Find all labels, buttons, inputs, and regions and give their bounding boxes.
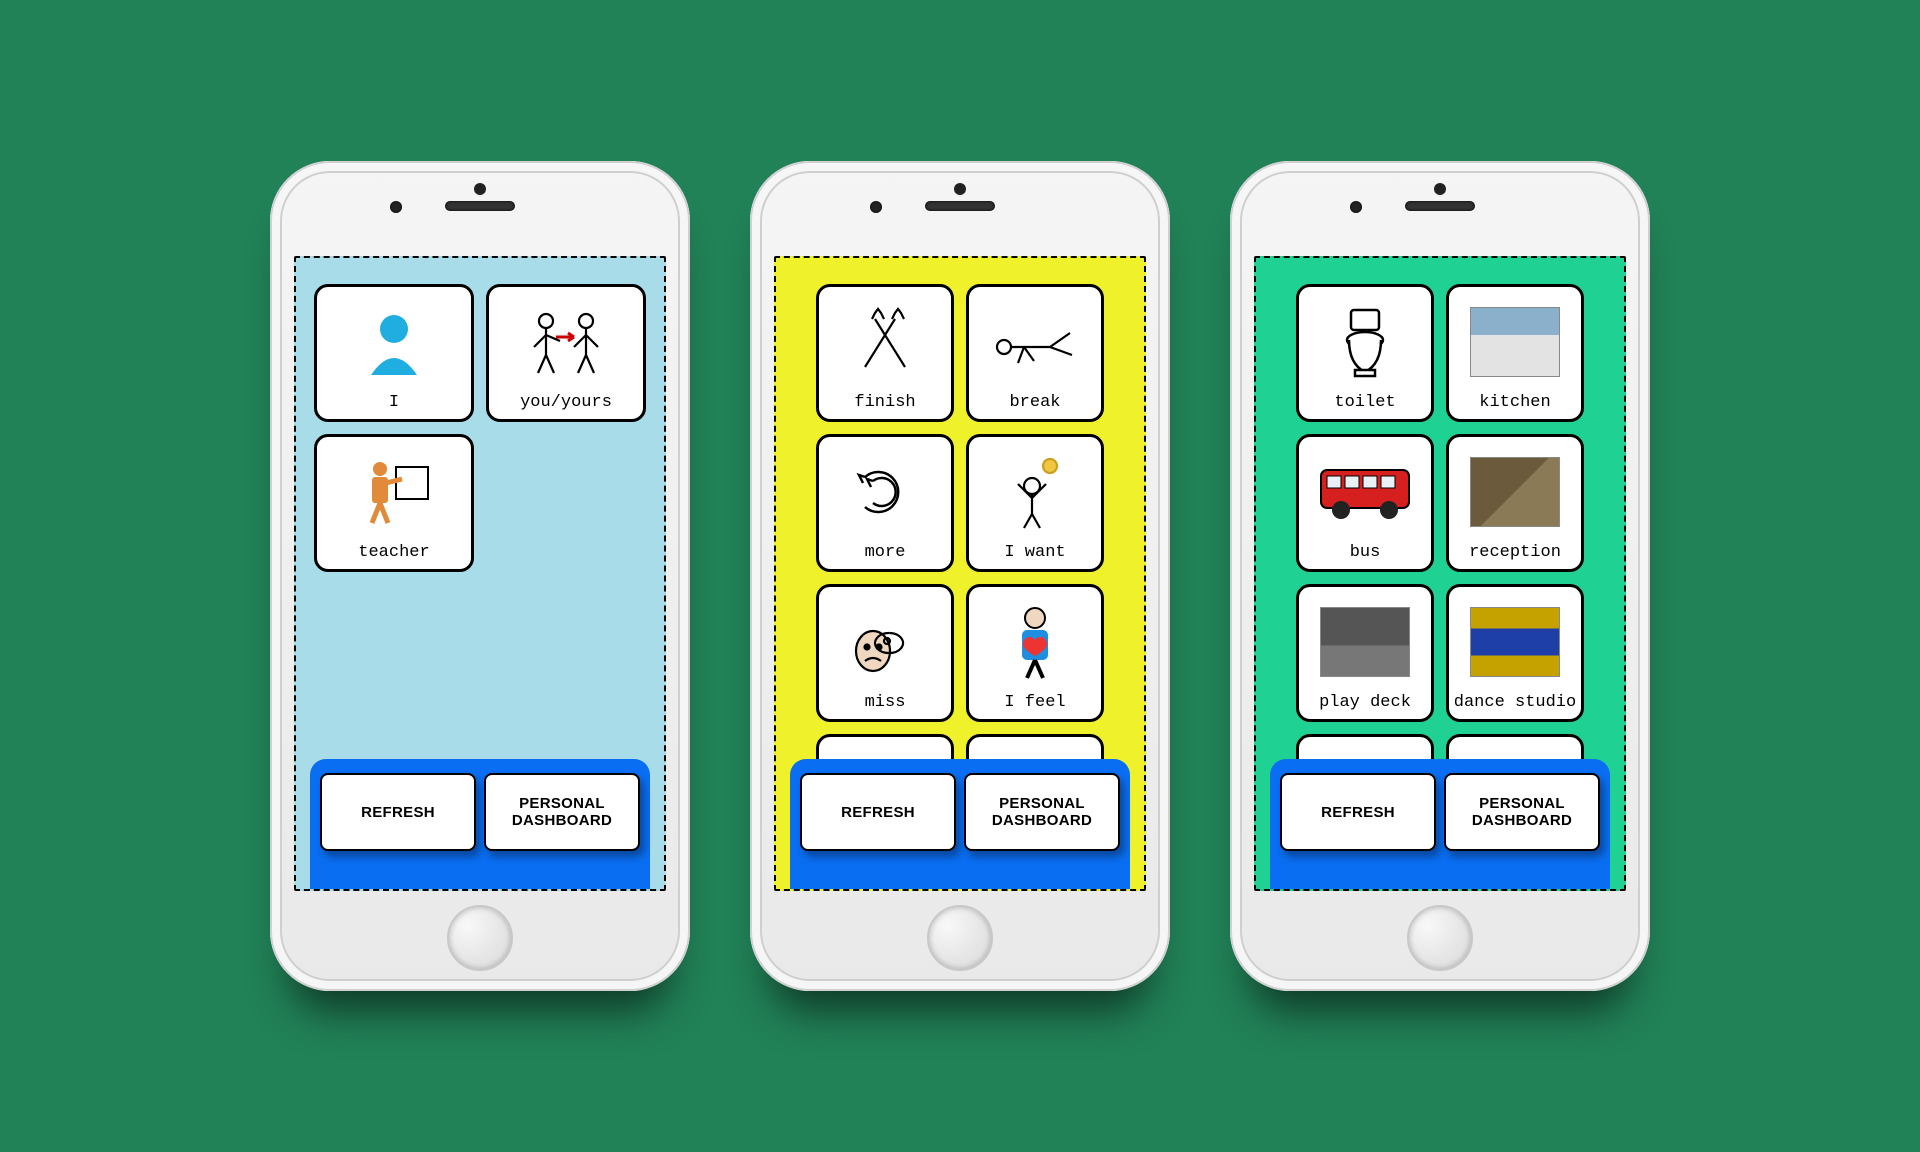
card-label: toilet (1334, 394, 1395, 411)
refresh-button[interactable]: REFRESH (320, 773, 476, 851)
sad-thought-icon (823, 593, 947, 690)
proximity-sensor (954, 183, 966, 195)
phone-mockup-3: toilet kitchen bus (1230, 161, 1650, 991)
card-label: kitchen (1479, 394, 1550, 411)
card-you-yours[interactable]: you/yours (486, 284, 646, 422)
card-label: bus (1350, 544, 1381, 561)
home-button[interactable] (1407, 905, 1473, 971)
front-camera (870, 201, 882, 213)
card-more[interactable]: more (816, 434, 954, 572)
card-dance-studio[interactable]: dance studio (1446, 584, 1584, 722)
front-camera (1350, 201, 1362, 213)
phone-mockup-1: I you/yours (270, 161, 690, 991)
toilet-icon (1303, 293, 1427, 390)
photo-icon (1453, 293, 1577, 390)
card-label: play deck (1319, 694, 1411, 711)
card-i-want[interactable]: I want (966, 434, 1104, 572)
card-label: finish (854, 394, 915, 411)
front-camera (390, 201, 402, 213)
lying-icon (973, 293, 1097, 390)
phone-speaker (1405, 201, 1475, 211)
card-label: teacher (358, 544, 429, 561)
card-break[interactable]: break (966, 284, 1104, 422)
bus-icon (1303, 443, 1427, 540)
card-label: you/yours (520, 394, 612, 411)
card-bus[interactable]: bus (1296, 434, 1434, 572)
refresh-button[interactable]: REFRESH (800, 773, 956, 851)
home-button[interactable] (447, 905, 513, 971)
card-miss[interactable]: miss (816, 584, 954, 722)
bottom-dock: REFRESH PERSONAL DASHBOARD (790, 759, 1130, 889)
card-label: I feel (1004, 694, 1065, 711)
card-label: break (1009, 394, 1060, 411)
phone-mockup-2: finish break (750, 161, 1170, 991)
card-finish[interactable]: finish (816, 284, 954, 422)
app-screen: I you/yours (294, 256, 666, 891)
card-label: miss (865, 694, 906, 711)
crossed-hands-icon (823, 293, 947, 390)
photo-icon (1453, 593, 1577, 690)
personal-dashboard-button[interactable]: PERSONAL DASHBOARD (484, 773, 640, 851)
card-label: I want (1004, 544, 1065, 561)
card-label: dance studio (1454, 694, 1576, 711)
phone-speaker (925, 201, 995, 211)
card-grid: I you/yours (296, 258, 664, 572)
card-label: more (865, 544, 906, 561)
bottom-dock: REFRESH PERSONAL DASHBOARD (310, 759, 650, 889)
card-play-deck[interactable]: play deck (1296, 584, 1434, 722)
card-reception[interactable]: reception (1446, 434, 1584, 572)
card-label: I (389, 394, 399, 411)
proximity-sensor (1434, 183, 1446, 195)
photo-icon (1453, 443, 1577, 540)
card-toilet[interactable]: toilet (1296, 284, 1434, 422)
card-label: reception (1469, 544, 1561, 561)
refresh-button[interactable]: REFRESH (1280, 773, 1436, 851)
personal-dashboard-button[interactable]: PERSONAL DASHBOARD (1444, 773, 1600, 851)
idea-icon (973, 443, 1097, 540)
card-kitchen[interactable]: kitchen (1446, 284, 1584, 422)
photo-icon (1303, 593, 1427, 690)
heart-person-icon (973, 593, 1097, 690)
person-icon (321, 293, 467, 390)
swirl-icon (823, 443, 947, 540)
app-screen: toilet kitchen bus (1254, 256, 1626, 891)
card-teacher[interactable]: teacher (314, 434, 474, 572)
card-i-feel[interactable]: I feel (966, 584, 1104, 722)
card-i[interactable]: I (314, 284, 474, 422)
phone-speaker (445, 201, 515, 211)
proximity-sensor (474, 183, 486, 195)
teacher-icon (321, 443, 467, 540)
personal-dashboard-button[interactable]: PERSONAL DASHBOARD (964, 773, 1120, 851)
app-screen: finish break (774, 256, 1146, 891)
bottom-dock: REFRESH PERSONAL DASHBOARD (1270, 759, 1610, 889)
two-people-arrow-icon (493, 293, 639, 390)
home-button[interactable] (927, 905, 993, 971)
